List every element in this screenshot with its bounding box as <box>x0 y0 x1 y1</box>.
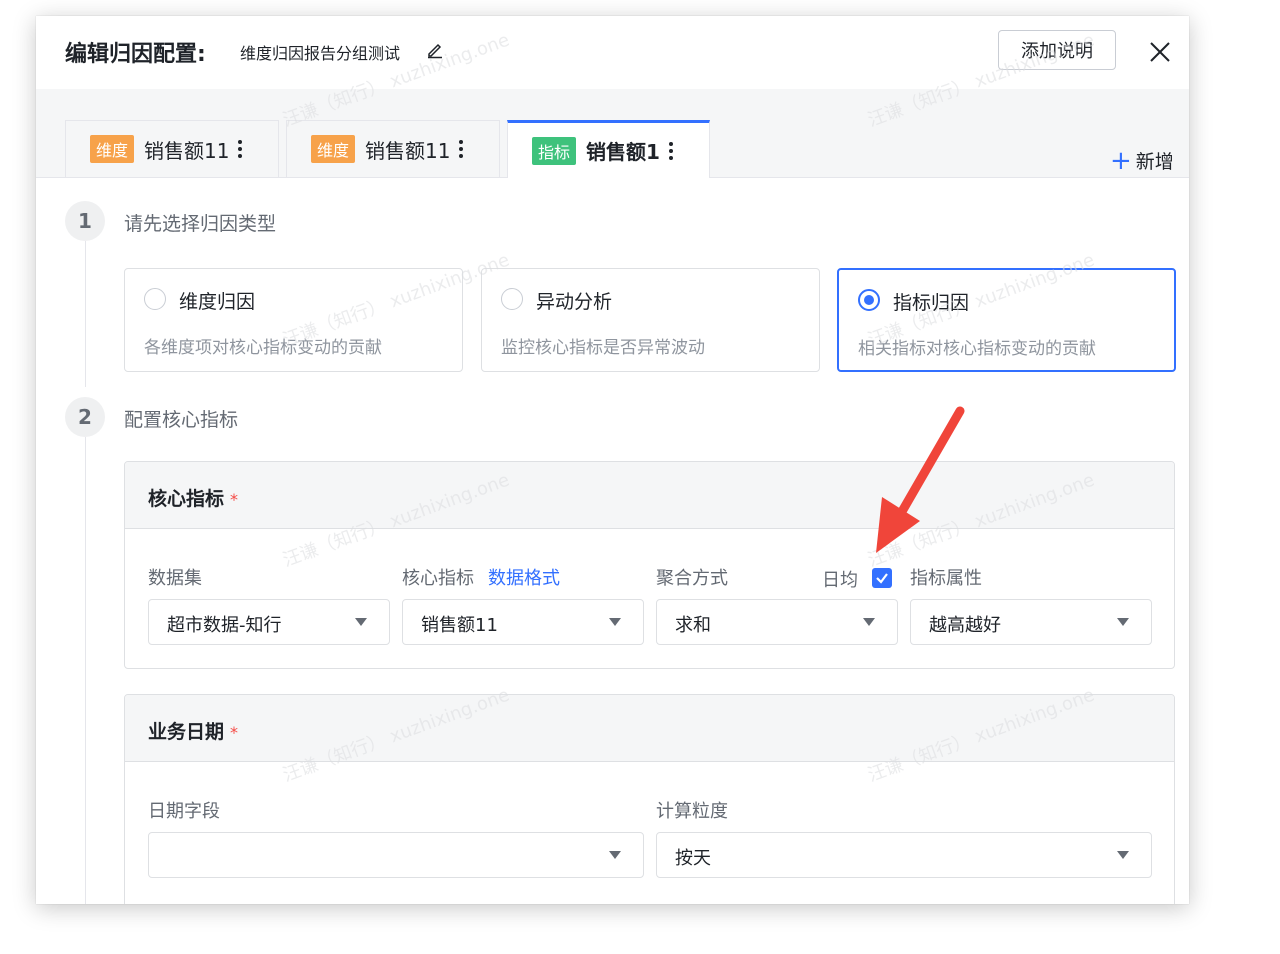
dimension-tag: 维度 <box>90 135 135 163</box>
card-title: 异动分析 <box>536 291 613 313</box>
caret-down-icon <box>1117 618 1129 626</box>
more-icon[interactable] <box>237 139 243 159</box>
metric-label: 核心指标 数据格式 <box>402 564 560 590</box>
edit-icon[interactable] <box>426 41 444 59</box>
dataset-label: 数据集 <box>148 568 202 589</box>
close-icon[interactable] <box>1148 40 1172 64</box>
section-header: 核心指标 * <box>125 462 1174 529</box>
required-mark: * <box>230 723 239 742</box>
radio-button-selected[interactable] <box>858 289 880 311</box>
tab-label: 销售额1 <box>586 140 660 164</box>
date-field-select[interactable] <box>148 832 644 878</box>
select-value: 按天 <box>675 848 711 869</box>
data-format-link[interactable]: 数据格式 <box>488 568 560 589</box>
section-header: 业务日期 * <box>125 695 1174 762</box>
add-tab-button[interactable]: + 新增 <box>1110 147 1174 174</box>
section-title-text: 业务日期 <box>148 721 225 743</box>
caret-down-icon <box>355 618 367 626</box>
card-description: 相关指标对核心指标变动的贡献 <box>858 339 1096 359</box>
aggregation-label: 聚合方式 <box>656 568 728 589</box>
attribution-type-dimension[interactable]: 维度归因 各维度项对核心指标变动的贡献 <box>124 268 463 372</box>
daily-average-checkbox[interactable] <box>872 568 892 588</box>
section-title: 核心指标 * <box>148 484 238 511</box>
dialog-subtitle: 维度归因报告分组测试 <box>240 44 401 63</box>
radio-button[interactable] <box>501 288 523 310</box>
required-mark: * <box>230 490 239 509</box>
granularity-select[interactable]: 按天 <box>656 832 1152 878</box>
metric-attribute-select[interactable]: 越高越好 <box>910 599 1152 645</box>
metric-label-text: 核心指标 <box>402 568 474 589</box>
caret-down-icon <box>1117 851 1129 859</box>
section-title-text: 核心指标 <box>148 488 225 510</box>
granularity-label: 计算粒度 <box>656 801 728 822</box>
caret-down-icon <box>609 851 621 859</box>
select-value: 超市数据-知行 <box>167 615 282 636</box>
add-tab-label: 新增 <box>1135 151 1174 173</box>
step-title: 请先选择归因类型 <box>124 213 277 235</box>
business-date-section: 业务日期 * 日期字段 计算粒度 按天 <box>124 694 1175 904</box>
metric-tag: 指标 <box>532 136 577 165</box>
section-title: 业务日期 * <box>148 717 238 744</box>
dataset-select[interactable]: 超市数据-知行 <box>148 599 390 645</box>
date-field-label: 日期字段 <box>148 801 220 822</box>
tab-metric-active[interactable]: 指标 销售额1 <box>507 120 710 178</box>
daily-average-label: 日均 <box>822 570 858 591</box>
plus-icon: + <box>1110 145 1132 176</box>
aggregation-select[interactable]: 求和 <box>656 599 898 645</box>
attribution-type-metric[interactable]: 指标归因 相关指标对核心指标变动的贡献 <box>837 268 1176 372</box>
metric-attribute-label: 指标属性 <box>910 568 982 589</box>
step-connector <box>85 437 86 904</box>
step-number: 2 <box>65 397 105 437</box>
radio-button[interactable] <box>144 288 166 310</box>
card-description: 监控核心指标是否异常波动 <box>501 338 705 358</box>
report-tabs: 维度 销售额11 维度 销售额11 指标 销售额1 + 新增 <box>36 89 1189 178</box>
select-value: 越高越好 <box>929 615 1001 636</box>
caret-down-icon <box>609 618 621 626</box>
tab-label: 销售额11 <box>365 138 451 163</box>
tab-dimension-1[interactable]: 维度 销售额11 <box>65 120 279 177</box>
card-description: 各维度项对核心指标变动的贡献 <box>144 338 382 358</box>
card-title: 维度归因 <box>179 291 256 313</box>
more-icon[interactable] <box>458 139 464 159</box>
core-metric-select[interactable]: 销售额11 <box>402 599 644 645</box>
check-icon <box>876 573 888 584</box>
add-note-button[interactable]: 添加说明 <box>998 30 1116 70</box>
card-title: 指标归因 <box>893 292 970 314</box>
edit-attribution-dialog: 编辑归因配置: 维度归因报告分组测试 添加说明 维度 销售额11 维度 销售额1… <box>36 16 1189 904</box>
dimension-tag: 维度 <box>311 135 356 163</box>
select-value: 销售额11 <box>421 615 498 636</box>
step-connector <box>85 241 86 387</box>
annotation-arrow-icon <box>876 406 965 553</box>
tab-label: 销售额11 <box>144 138 230 163</box>
caret-down-icon <box>863 618 875 626</box>
step-title: 配置核心指标 <box>124 409 239 431</box>
step-number: 1 <box>65 201 105 241</box>
dialog-header: 编辑归因配置: 维度归因报告分组测试 添加说明 <box>36 16 1189 90</box>
more-icon[interactable] <box>668 141 674 161</box>
tab-dimension-2[interactable]: 维度 销售额11 <box>286 120 500 177</box>
core-metric-section: 核心指标 * 数据集 超市数据-知行 核心指标 数据格式 销售额11 聚合方式 日均… <box>124 461 1175 669</box>
dialog-title: 编辑归因配置: <box>65 42 206 67</box>
attribution-type-anomaly[interactable]: 异动分析 监控核心指标是否异常波动 <box>481 268 820 372</box>
select-value: 求和 <box>675 615 711 636</box>
